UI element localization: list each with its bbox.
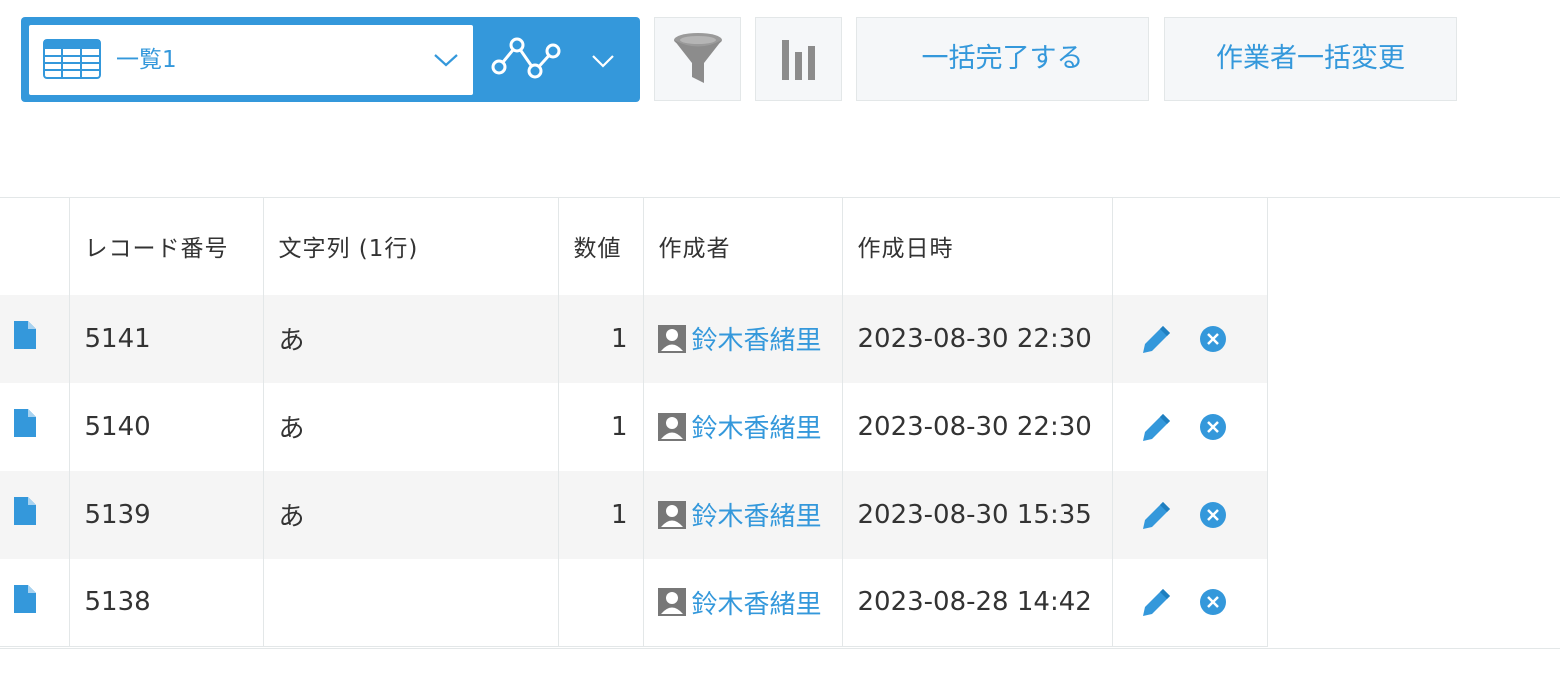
column-header-record-number[interactable]: レコード番号 bbox=[68, 197, 264, 295]
graph-menu-button[interactable] bbox=[481, 25, 631, 95]
cell-created-datetime: 2023-08-30 22:30 bbox=[841, 382, 1113, 471]
cell-created-datetime: 2023-08-30 15:35 bbox=[841, 470, 1113, 559]
chevron-down-icon bbox=[592, 55, 614, 68]
column-header-text[interactable]: 文字列 (1行) bbox=[262, 197, 559, 295]
chevron-down-icon bbox=[434, 54, 458, 67]
cell-number: 1 bbox=[557, 382, 644, 471]
user-icon bbox=[657, 500, 686, 529]
cell-created-datetime: 2023-08-28 14:42 bbox=[841, 558, 1113, 647]
user-link[interactable]: 鈴木香緒里 bbox=[692, 590, 822, 620]
detail-cell[interactable] bbox=[0, 558, 70, 647]
cell-number: 1 bbox=[557, 294, 644, 383]
detail-cell[interactable] bbox=[0, 382, 70, 471]
table-bottom-divider bbox=[0, 648, 1560, 649]
line-graph-icon bbox=[491, 37, 561, 79]
actions-cell bbox=[1111, 470, 1268, 559]
cell-record-number: 5138 bbox=[68, 558, 264, 647]
close-circle-icon[interactable] bbox=[1199, 501, 1227, 529]
document-icon bbox=[14, 497, 36, 525]
pencil-icon[interactable] bbox=[1141, 411, 1173, 443]
cell-created-datetime: 2023-08-30 22:30 bbox=[841, 294, 1113, 383]
table-row: 5141 あ 1 鈴木香緒里 2023-08-30 22:30 bbox=[0, 294, 1268, 383]
column-header-number[interactable]: 数値 bbox=[557, 197, 644, 295]
column-header-actions bbox=[1111, 197, 1268, 295]
close-circle-icon[interactable] bbox=[1199, 588, 1227, 616]
cell-created-by: 鈴木香緒里 bbox=[642, 382, 843, 471]
view-name: 一覧1 bbox=[116, 47, 177, 73]
close-circle-icon[interactable] bbox=[1199, 325, 1227, 353]
cell-record-number: 5139 bbox=[68, 470, 264, 559]
cell-created-by: 鈴木香緒里 bbox=[642, 470, 843, 559]
cell-text: あ bbox=[262, 294, 559, 383]
document-icon bbox=[14, 584, 36, 613]
document-icon bbox=[14, 409, 36, 437]
user-link[interactable]: 鈴木香緒里 bbox=[692, 326, 822, 356]
bulk-complete-button[interactable]: 一括完了する bbox=[856, 17, 1149, 101]
cell-text bbox=[262, 558, 559, 647]
document-icon bbox=[14, 321, 36, 349]
cell-number bbox=[557, 558, 644, 647]
column-header-detail bbox=[0, 197, 70, 295]
records-table: レコード番号 文字列 (1行) 数値 作成者 作成日時 5141 あ 1 鈴木香… bbox=[0, 197, 1268, 647]
column-header-created-by[interactable]: 作成者 bbox=[642, 197, 843, 295]
pencil-icon[interactable] bbox=[1141, 586, 1173, 618]
actions-cell bbox=[1111, 294, 1268, 383]
cell-text: あ bbox=[262, 382, 559, 471]
filter-button[interactable] bbox=[654, 17, 741, 101]
toolbar: 一覧1 一括完了する 作業者一括変更 bbox=[0, 0, 1560, 140]
detail-cell[interactable] bbox=[0, 470, 70, 559]
detail-cell[interactable] bbox=[0, 294, 70, 383]
actions-cell bbox=[1111, 382, 1268, 471]
bulk-assign-button[interactable]: 作業者一括変更 bbox=[1164, 17, 1457, 101]
column-header-created-datetime[interactable]: 作成日時 bbox=[841, 197, 1113, 295]
cell-text: あ bbox=[262, 470, 559, 559]
cell-number: 1 bbox=[557, 470, 644, 559]
user-icon bbox=[657, 324, 686, 353]
pencil-icon[interactable] bbox=[1141, 323, 1173, 355]
cell-record-number: 5141 bbox=[68, 294, 264, 383]
pencil-icon[interactable] bbox=[1141, 499, 1173, 531]
table-row: 5140 あ 1 鈴木香緒里 2023-08-30 22:30 bbox=[0, 382, 1268, 471]
close-circle-icon[interactable] bbox=[1199, 413, 1227, 441]
user-link[interactable]: 鈴木香緒里 bbox=[692, 502, 822, 532]
actions-cell bbox=[1111, 558, 1268, 647]
user-icon bbox=[657, 412, 686, 441]
cell-created-by: 鈴木香緒里 bbox=[642, 294, 843, 383]
bar-chart-icon bbox=[781, 40, 815, 80]
cell-created-by: 鈴木香緒里 bbox=[642, 558, 843, 647]
view-dropdown[interactable]: 一覧1 bbox=[29, 25, 473, 95]
table-row: 5139 あ 1 鈴木香緒里 2023-08-30 15:35 bbox=[0, 470, 1268, 559]
chart-button[interactable] bbox=[755, 17, 842, 101]
user-link[interactable]: 鈴木香緒里 bbox=[692, 414, 822, 444]
table-icon bbox=[43, 39, 101, 79]
user-icon bbox=[657, 588, 686, 617]
view-selector: 一覧1 bbox=[21, 17, 640, 102]
table-header-row: レコード番号 文字列 (1行) 数値 作成者 作成日時 bbox=[0, 197, 1268, 295]
funnel-icon bbox=[673, 33, 722, 83]
table-row: 5138 鈴木香緒里 2023-08-28 14:42 bbox=[0, 558, 1268, 647]
cell-record-number: 5140 bbox=[68, 382, 264, 471]
